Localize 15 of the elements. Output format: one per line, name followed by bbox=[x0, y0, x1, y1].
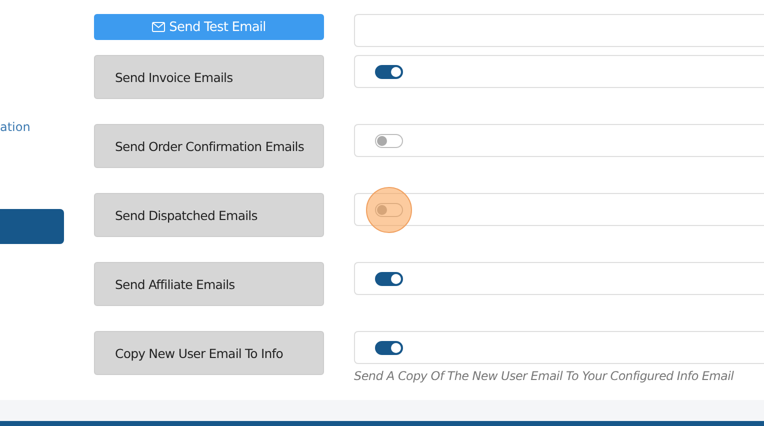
toggle-switch[interactable] bbox=[375, 134, 403, 148]
send-test-email-button[interactable]: Send Test Email bbox=[94, 14, 324, 40]
hint-text: Send A Copy Of The New User Email To Your Configured Info Email bbox=[354, 369, 735, 383]
toggle-switch[interactable] bbox=[375, 340, 403, 354]
sidebar-link[interactable]: ation bbox=[0, 120, 64, 134]
setting-label: Send Dispatched Emails bbox=[94, 193, 324, 237]
envelope-icon bbox=[152, 22, 166, 32]
setting-label: Send Order Confirmation Emails bbox=[94, 124, 324, 168]
toggle-switch[interactable] bbox=[375, 272, 403, 286]
email-input-field[interactable] bbox=[354, 14, 764, 47]
setting-label: Copy New User Email To Info bbox=[94, 331, 324, 375]
toggle-switch[interactable] bbox=[375, 64, 403, 78]
toggle-switch[interactable] bbox=[375, 202, 403, 216]
setting-label: Send Invoice Emails bbox=[94, 55, 324, 99]
setting-label: Send Affiliate Emails bbox=[94, 262, 324, 306]
